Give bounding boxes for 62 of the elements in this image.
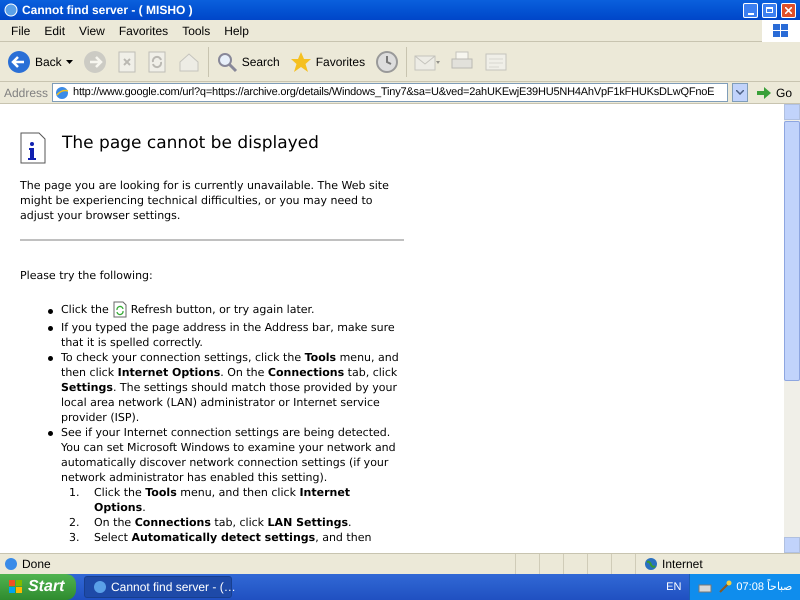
caret-icon bbox=[736, 90, 744, 95]
language-indicator[interactable]: EN bbox=[658, 578, 690, 596]
list-text: To check your connection settings, click the Tools menu, and then click Internet Options. On the Connections tab, click Settings. The settings should match those provided by your local area network (LAN) administrator or Internet service provider (ISP). bbox=[61, 350, 400, 425]
search-icon bbox=[216, 50, 238, 72]
address-label: Address bbox=[4, 84, 48, 102]
back-button[interactable]: Back bbox=[4, 44, 76, 78]
menu-item[interactable]: File bbox=[4, 22, 38, 40]
dropdown-button[interactable] bbox=[732, 83, 748, 102]
restore-button[interactable] bbox=[762, 2, 777, 18]
close-button[interactable] bbox=[781, 2, 796, 18]
refresh-icon bbox=[112, 301, 127, 318]
menu-item[interactable]: Favorites bbox=[112, 22, 176, 40]
list-text: Refresh button, or try again later. bbox=[130, 302, 315, 317]
list-number: 2. bbox=[69, 515, 80, 530]
page-heading: The page cannot be displayed bbox=[62, 132, 319, 154]
windows-logo-icon bbox=[762, 20, 800, 42]
search-button[interactable]: Search bbox=[212, 44, 283, 78]
globe-icon bbox=[4, 3, 18, 17]
scrollbar[interactable] bbox=[784, 104, 800, 553]
house-icon bbox=[176, 50, 201, 72]
status-text: Done bbox=[22, 556, 51, 573]
globe-icon bbox=[644, 557, 658, 571]
go-button[interactable]: Go bbox=[752, 84, 796, 102]
taskbar-button[interactable]: Cannot find server - (… bbox=[84, 576, 232, 598]
list-text: If you typed the page address in the Address bar, make sure that it is spelled correctly. bbox=[61, 320, 396, 350]
caret-icon bbox=[66, 60, 73, 64]
minimize-button[interactable] bbox=[743, 2, 758, 18]
stop-icon bbox=[116, 50, 137, 72]
page-icon bbox=[4, 557, 18, 571]
list-text: See if your Internet connection settings are being detected. You can set Microsoft Windows to examine your network and automatically discover network connection settings (if your network administrator has enabled this setting). bbox=[61, 425, 397, 485]
list-text: On the Connections tab, click LAN Settings. bbox=[94, 515, 352, 530]
clock-icon bbox=[375, 50, 400, 74]
bullet-icon bbox=[48, 431, 53, 436]
bullet-icon bbox=[48, 326, 53, 331]
list-number: 3. bbox=[69, 530, 80, 545]
windows-logo-icon bbox=[8, 579, 24, 595]
favorites-button[interactable]: Favorites bbox=[286, 44, 368, 78]
arrow-icon bbox=[756, 86, 772, 100]
bullet-icon bbox=[48, 356, 53, 361]
menu-item[interactable]: Help bbox=[217, 22, 256, 40]
intro-paragraph: The page you are looking for is currently unavailable. The Web site might be experiencing technical difficulties, or you may need to adjust your browser settings. bbox=[20, 178, 390, 223]
list-text: Select Automatically detect settings, and then bbox=[94, 530, 372, 545]
close-icon bbox=[785, 6, 792, 14]
menu-item[interactable]: Tools bbox=[175, 22, 218, 40]
instructions-text: Please try the following: bbox=[20, 268, 154, 283]
globe-icon bbox=[93, 580, 107, 594]
star-icon bbox=[290, 50, 312, 72]
clock: 07:08 صباحاً bbox=[736, 578, 792, 595]
document-icon bbox=[484, 50, 508, 72]
menu-item[interactable]: Edit bbox=[37, 22, 72, 40]
list-text: Click the bbox=[61, 302, 109, 317]
list-number: 1. bbox=[69, 485, 80, 501]
address-field[interactable]: http://www.google.com/url?q=https://archive.org/details/Windows_Tiny7&sa=U&ved=2ahUKEwjE39HU5NH4AhVpF1kFHUKsDLwQFnoE bbox=[52, 83, 728, 102]
wand-icon bbox=[718, 580, 732, 594]
menu-item[interactable]: View bbox=[72, 22, 112, 40]
refresh-icon bbox=[146, 50, 167, 72]
page-icon bbox=[55, 86, 70, 100]
bullet-icon bbox=[48, 309, 53, 314]
list-text: Click the Tools menu, and then click Internet Options. bbox=[94, 485, 352, 515]
info-page-icon bbox=[20, 132, 46, 164]
zone-text: Internet bbox=[662, 556, 703, 573]
window-title: Cannot find server - ( MISHO ) bbox=[22, 2, 194, 19]
